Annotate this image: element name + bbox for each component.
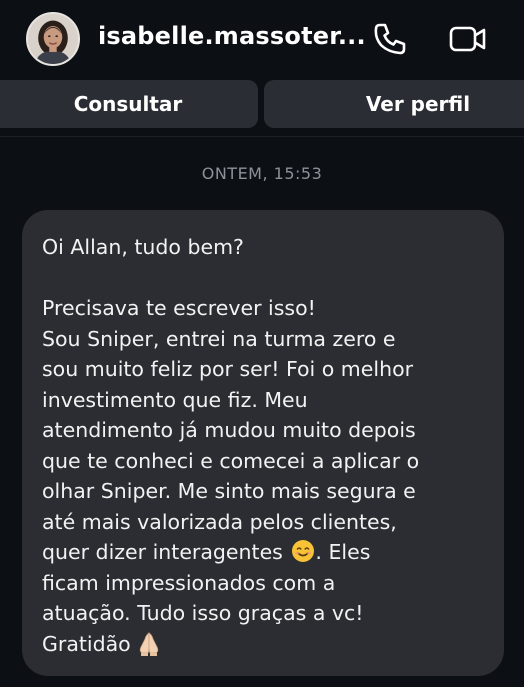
smiling-face-emoji-icon xyxy=(292,540,315,562)
message-line: Oi Allan, tudo bem? xyxy=(42,235,244,259)
message-line: ficam impressionados com a xyxy=(42,570,336,595)
header-divider xyxy=(0,136,524,137)
message-line: investimento que fiz. Meu xyxy=(42,387,308,412)
view-profile-button-label: Ver perfil xyxy=(365,92,471,116)
folded-hands-emoji-icon xyxy=(139,631,158,656)
profile-actions: Consultar Ver perfil xyxy=(0,80,524,128)
message-text: quer dizer interagentes xyxy=(42,540,283,564)
message-text: Gratidão xyxy=(42,631,131,656)
profile-photo-icon xyxy=(28,14,78,64)
message-bubble[interactable]: Oi Allan, tudo bem? Precisava te escreve… xyxy=(22,210,504,676)
message-line: atuação. Tudo isso graças a vc! xyxy=(42,601,364,625)
message-line: até mais valorizada pelos clientes, xyxy=(42,509,397,534)
consult-button[interactable]: Consultar xyxy=(0,80,258,128)
dm-thread-screen: isabelle.massoter... Consultar Ver perfi… xyxy=(0,0,524,687)
message-line-with-emoji: Gratidão xyxy=(42,629,488,660)
message-line: sou muito feliz por ser! Foi o melhor xyxy=(42,357,414,381)
chat-username[interactable]: isabelle.massoter... xyxy=(98,22,366,50)
message-text: . Eles xyxy=(315,540,371,564)
video-camera-icon[interactable] xyxy=(448,19,488,59)
view-profile-button[interactable]: Ver perfil xyxy=(264,80,524,128)
message-line-with-emoji: quer dizer interagentes . Eles xyxy=(42,537,488,568)
message-line: atendimento já mudou muito depois xyxy=(42,418,416,442)
chat-header: isabelle.massoter... xyxy=(0,0,524,74)
message-timestamp: ONTEM, 15:53 xyxy=(201,164,323,183)
consult-button-label: Consultar xyxy=(73,92,183,116)
avatar[interactable] xyxy=(26,12,80,66)
message-line: que te conheci e comecei a aplicar o xyxy=(42,448,420,473)
phone-icon[interactable] xyxy=(370,19,410,59)
message-line: Sou Sniper, entrei na turma zero e xyxy=(42,326,396,351)
message-line: Precisava te escrever isso! xyxy=(42,296,316,320)
message-line: olhar Sniper. Me sinto mais segura e xyxy=(42,479,416,503)
